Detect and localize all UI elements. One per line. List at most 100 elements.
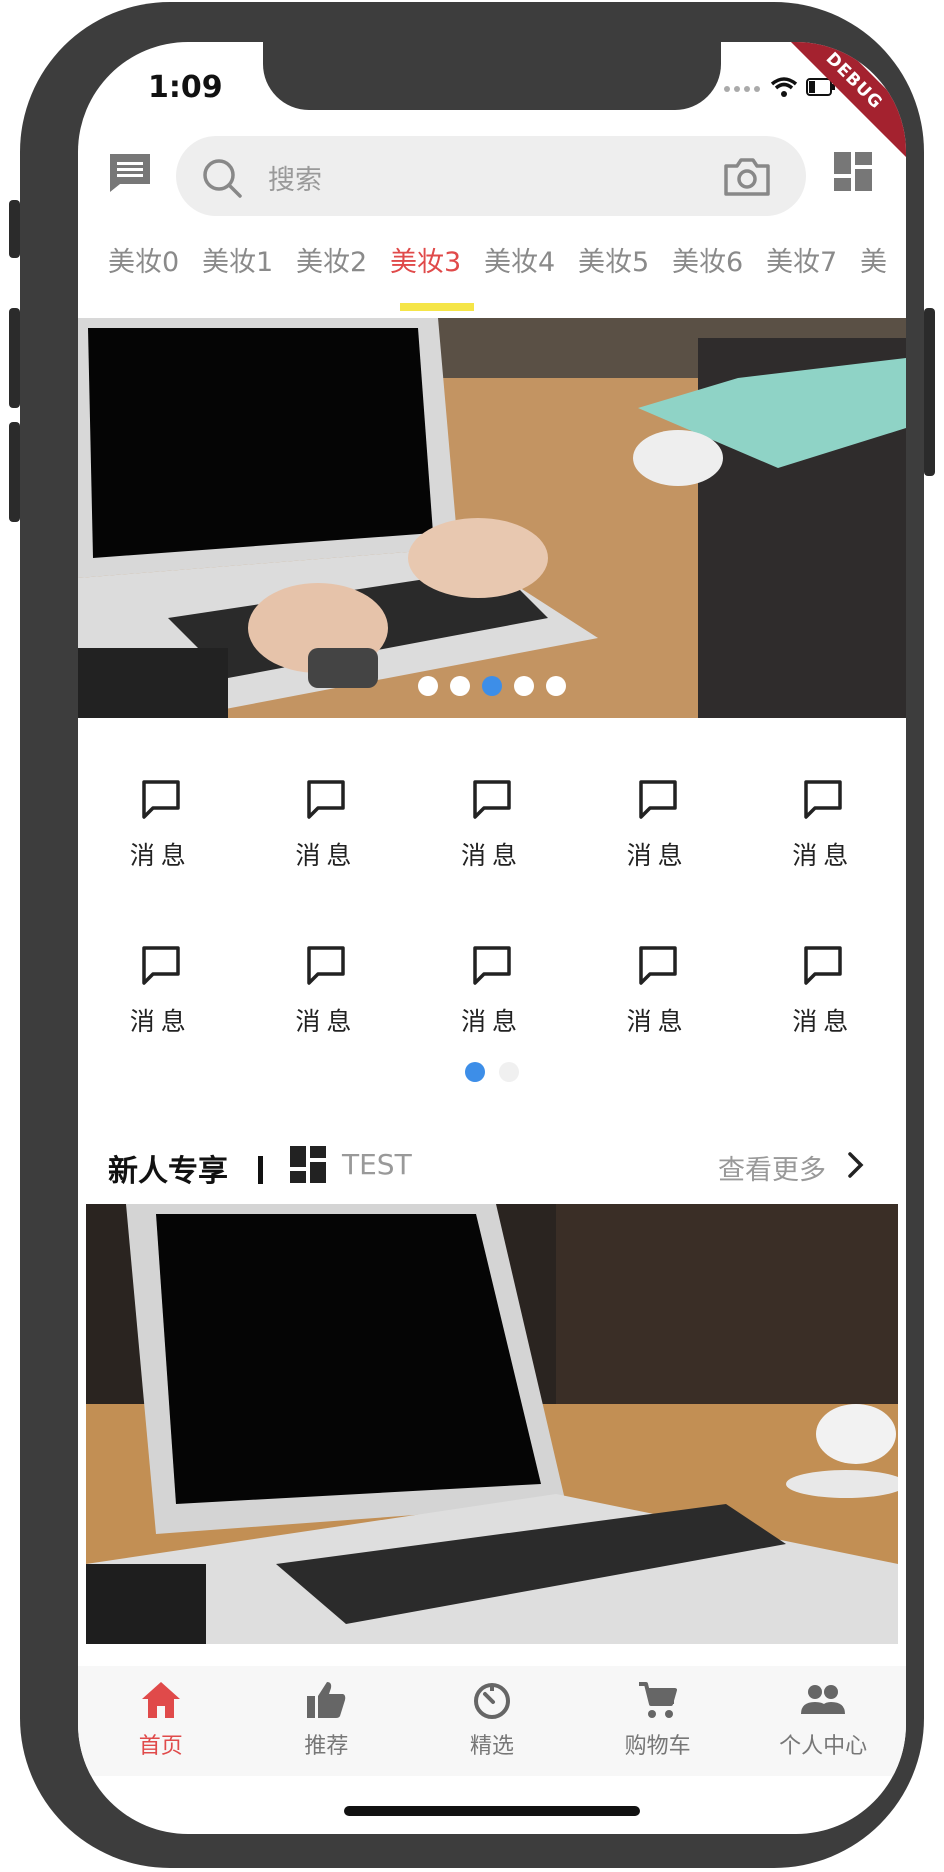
banner-dots: [78, 676, 906, 696]
mute-switch: [9, 200, 20, 258]
volume-down-button: [9, 422, 20, 522]
tabbar-item[interactable]: 购物车: [575, 1666, 741, 1776]
see-more-link[interactable]: 查看更多: [718, 1148, 826, 1187]
grid-item-label: 消息: [626, 1007, 689, 1036]
grid-item[interactable]: 消息: [575, 742, 741, 908]
category-tab-label: 美妆2: [296, 247, 368, 278]
tabbar-item[interactable]: 推荐: [244, 1666, 410, 1776]
grid-item-label: 消息: [295, 841, 358, 870]
banner-dot[interactable]: [546, 676, 566, 696]
banner-carousel[interactable]: [78, 318, 906, 718]
chat-bubble-icon: [470, 778, 514, 826]
timer-icon: [471, 1680, 513, 1724]
category-tab-label: 美妆5: [578, 247, 650, 278]
tabbar-label: 推荐: [304, 1734, 349, 1759]
chat-bubble-icon: [636, 944, 680, 992]
chat-bubble-icon: [304, 778, 348, 826]
category-tab-label: 美: [860, 247, 887, 278]
promo-image[interactable]: [86, 1204, 898, 1644]
promo-photo: [86, 1204, 898, 1644]
status-time: 1:09: [148, 70, 223, 105]
dashboard-icon[interactable]: [834, 152, 874, 196]
notch: [263, 42, 721, 110]
screen: 1:09 DEBUG 搜索 美妆0 美妆1 美妆2 美妆3 美妆4 美妆5 美妆…: [78, 42, 906, 1834]
grid-item-label: 消息: [460, 841, 523, 870]
category-tab[interactable]: 美: [860, 240, 906, 320]
grid-item[interactable]: 消息: [740, 742, 906, 908]
search-icon: [200, 156, 244, 204]
category-tab[interactable]: 美妆5: [578, 240, 672, 320]
category-tab[interactable]: 美妆1: [202, 240, 296, 320]
grid-item-label: 消息: [295, 1007, 358, 1036]
category-tab-label: 美妆6: [672, 247, 744, 278]
home-icon: [140, 1680, 182, 1724]
grid-item[interactable]: 消息: [409, 908, 575, 1074]
tabbar-label: 精选: [469, 1734, 514, 1759]
thumb-up-icon: [305, 1680, 347, 1724]
camera-icon[interactable]: [722, 156, 772, 202]
chat-bubble-icon: [801, 778, 845, 826]
tabbar-item[interactable]: 首页: [78, 1666, 244, 1776]
tab-indicator: [400, 303, 474, 311]
grid-item-label: 消息: [129, 841, 192, 870]
power-button: [924, 308, 935, 476]
chat-bubble-icon: [304, 944, 348, 992]
volume-up-button: [9, 308, 20, 408]
grid-item-label: 消息: [129, 1007, 192, 1036]
grid-item[interactable]: 消息: [78, 742, 244, 908]
category-tab-label: 美妆1: [202, 247, 274, 278]
banner-dot[interactable]: [514, 676, 534, 696]
top-bar: 搜索: [78, 130, 906, 220]
shortcut-grid: 消息 消息 消息 消息 消息 消息 消息 消息 消息 消息: [78, 742, 906, 1062]
dashboard-tile-icon: [290, 1146, 328, 1188]
grid-item[interactable]: 消息: [575, 908, 741, 1074]
chat-bubble-icon: [139, 778, 183, 826]
category-tab[interactable]: 美妆7: [766, 240, 860, 320]
signal-icon: [722, 80, 762, 99]
wifi-icon: [770, 76, 798, 102]
tabbar-item[interactable]: 个人中心: [740, 1666, 906, 1776]
grid-item[interactable]: 消息: [740, 908, 906, 1074]
category-tab-label: 美妆7: [766, 247, 838, 278]
category-tab[interactable]: 美妆0: [108, 240, 202, 320]
section-divider: [258, 1156, 263, 1184]
grid-item[interactable]: 消息: [78, 908, 244, 1074]
banner-dot[interactable]: [418, 676, 438, 696]
tabbar-item[interactable]: 精选: [409, 1666, 575, 1776]
grid-item-label: 消息: [626, 841, 689, 870]
section-title: 新人专享: [108, 1154, 228, 1189]
category-tab[interactable]: 美妆2: [296, 240, 390, 320]
chat-bubble-icon: [470, 944, 514, 992]
grid-page-dot[interactable]: [465, 1062, 485, 1082]
chevron-right-icon[interactable]: [846, 1150, 866, 1184]
category-tab-label: 美妆0: [108, 247, 180, 278]
grid-page-dots: [78, 1062, 906, 1082]
grid-item[interactable]: 消息: [244, 908, 410, 1074]
grid-item[interactable]: 消息: [244, 742, 410, 908]
search-input[interactable]: 搜索: [176, 136, 806, 216]
banner-dot[interactable]: [450, 676, 470, 696]
people-icon: [800, 1680, 846, 1724]
category-tab[interactable]: 美妆4: [484, 240, 578, 320]
search-placeholder: 搜索: [268, 165, 322, 196]
chat-bubble-icon: [139, 944, 183, 992]
home-indicator: [344, 1806, 640, 1816]
status-icons: [722, 76, 836, 102]
grid-item-label: 消息: [792, 841, 855, 870]
grid-item-label: 消息: [792, 1007, 855, 1036]
cart-icon: [637, 1680, 679, 1724]
phone-frame: 1:09 DEBUG 搜索 美妆0 美妆1 美妆2 美妆3 美妆4 美妆5 美妆…: [9, 2, 935, 1868]
chat-bubble-icon: [636, 778, 680, 826]
category-tab-label: 美妆3: [390, 247, 462, 278]
chat-bubble-icon: [801, 944, 845, 992]
grid-item[interactable]: 消息: [409, 742, 575, 908]
banner-dot[interactable]: [482, 676, 502, 696]
grid-item-label: 消息: [460, 1007, 523, 1036]
banner-image: [78, 318, 906, 718]
category-tab[interactable]: 美妆3: [390, 240, 484, 320]
tabbar-label: 购物车: [624, 1734, 691, 1759]
grid-page-dot[interactable]: [499, 1062, 519, 1082]
message-icon[interactable]: [108, 152, 152, 198]
bottom-tab-bar: 首页 推荐 精选 购物车 个人中心: [78, 1666, 906, 1776]
category-tab[interactable]: 美妆6: [672, 240, 766, 320]
